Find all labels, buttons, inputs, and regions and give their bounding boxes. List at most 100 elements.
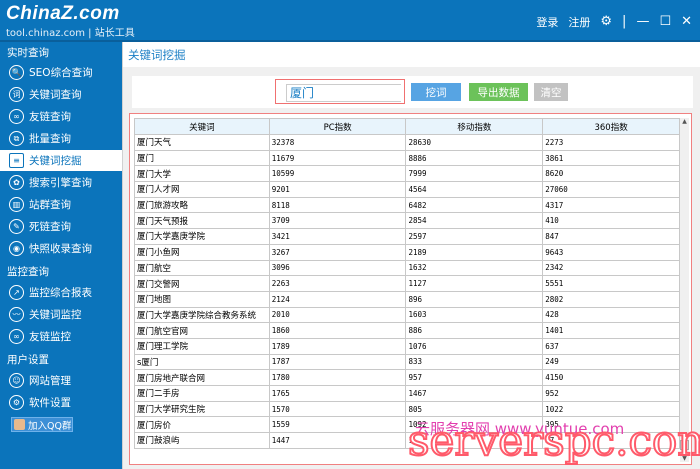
sidebar-item[interactable]: 〰关键词监控 <box>0 304 122 325</box>
index-cell: 5551 <box>542 275 680 292</box>
settings-icon[interactable]: ⚙ <box>600 15 612 28</box>
minimize-icon[interactable]: — <box>636 15 649 28</box>
sidebar-item[interactable]: ≡ 关键词挖掘 <box>0 150 122 171</box>
table-row[interactable]: 厦门 11679 8886 3861 <box>134 149 680 167</box>
sidebar-item[interactable]: ∞ 友链查询 <box>0 106 122 127</box>
sidebar-item-label: 批量查询 <box>29 133 71 145</box>
column-header[interactable]: 关键词 <box>134 118 270 135</box>
keyword-cell: 厦门天气预报 <box>134 212 270 230</box>
table-row[interactable]: 厦门房地产联合网 1780 957 4150 <box>134 369 680 386</box>
index-cell: 1127 <box>405 275 544 292</box>
sidebar-item[interactable]: ▥ 站群查询 <box>0 194 122 215</box>
sidebar-item[interactable]: ⧉ 批量查询 <box>0 128 122 149</box>
index-cell: 4317 <box>542 196 680 214</box>
scroll-down-icon[interactable]: ▼ <box>680 455 689 462</box>
index-cell: 2010 <box>268 306 407 324</box>
index-cell: 410 <box>542 212 680 230</box>
keyword-cell: 厦门航空 <box>134 259 270 277</box>
index-cell: 1570 <box>268 400 407 418</box>
section-monitor: 监控查询 <box>7 266 49 278</box>
table-row[interactable]: 厦门房价 1559 1092 395 <box>134 416 680 434</box>
scrollbar-thumb[interactable] <box>680 440 689 450</box>
table-row[interactable]: 厦门小鱼网 3267 2189 9643 <box>134 243 680 261</box>
monitor-icon: 〰 <box>9 307 24 322</box>
table-row[interactable]: 厦门二手房 1765 1467 952 <box>134 385 680 402</box>
table-row[interactable]: 厦门大学嘉庚学院 3421 2597 847 <box>134 228 680 245</box>
index-cell: 1603 <box>405 306 544 324</box>
sidebar-item[interactable]: ∞ 友链监控 <box>0 326 122 347</box>
index-cell: 2597 <box>405 228 544 245</box>
column-header[interactable]: 移动指数 <box>405 118 544 135</box>
link-monitor-icon: ∞ <box>9 329 24 344</box>
index-cell: 3709 <box>268 212 407 230</box>
keyword-input[interactable] <box>286 83 401 102</box>
qq-avatar-icon <box>14 419 25 430</box>
keyword-cell: 厦门交警网 <box>134 275 270 292</box>
export-button[interactable]: 导出数据 <box>469 83 528 101</box>
sidebar-item-label: 快照收录查询 <box>29 243 92 255</box>
table-row[interactable]: 厦门天气预报 3709 2854 410 <box>134 212 680 230</box>
sidebar-item-label: 友链查询 <box>29 111 71 123</box>
table-row[interactable]: 厦门大学嘉庚学院综合教务系统 2010 1603 428 <box>134 306 680 324</box>
column-header[interactable]: 360指数 <box>542 118 680 135</box>
gear-icon: ⚙ <box>9 395 24 410</box>
qq-button-label: 加入QQ群 <box>28 420 72 432</box>
index-cell: 952 <box>542 385 680 402</box>
close-icon[interactable]: ✕ <box>681 15 692 28</box>
register-link[interactable]: 注册 <box>568 14 590 30</box>
table-row[interactable]: 厦门航空官网 1860 886 1401 <box>134 322 680 339</box>
sidebar-item-label: 关键词查询 <box>29 89 82 101</box>
keyword-cell: 厦门地图 <box>134 290 270 308</box>
camera-icon: ◉ <box>9 241 24 256</box>
table-row[interactable]: 厦门人才网 9201 4564 27060 <box>134 181 680 198</box>
index-cell: 3267 <box>268 243 407 261</box>
index-cell: 395 <box>542 416 680 434</box>
sidebar-item[interactable]: ☺ 网站管理 <box>0 370 122 391</box>
column-header[interactable]: PC指数 <box>268 118 407 135</box>
index-cell: 27060 <box>542 181 680 198</box>
keyword-cell: 厦门房价 <box>134 416 270 434</box>
sidebar-item-label: 监控综合报表 <box>29 287 92 299</box>
table-row[interactable]: 厦门大学研究生院 1570 805 1022 <box>134 400 680 418</box>
logo-sub: tool.chinaz.com | 站长工具 <box>6 28 135 39</box>
sidebar-item-label: 站群查询 <box>29 199 71 211</box>
index-cell: 32378 <box>268 134 407 151</box>
sidebar-item-label: 搜索引擎查询 <box>29 177 92 189</box>
sidebar-item-label: 友链监控 <box>29 331 71 343</box>
table-row[interactable]: 厦门天气 32378 28630 2273 <box>134 134 680 151</box>
keyword-icon: 词 <box>9 87 24 102</box>
sidebar-item[interactable]: ⚙ 软件设置 <box>0 392 122 413</box>
table-row[interactable]: 厦门航空 3096 1632 2342 <box>134 259 680 277</box>
keyword-cell: 厦门 <box>134 149 270 167</box>
table-row[interactable]: 厦门交警网 2263 1127 5551 <box>134 275 680 292</box>
scroll-up-icon[interactable]: ▲ <box>680 118 689 125</box>
table-row[interactable]: 厦门旅游攻略 8118 6482 4317 <box>134 196 680 214</box>
sidebar-item[interactable]: ✎ 死链查询 <box>0 216 122 237</box>
mine-button[interactable]: 挖词 <box>411 83 461 101</box>
index-cell: 9201 <box>268 181 407 198</box>
vertical-scrollbar[interactable]: ▲ ▼ <box>680 118 689 462</box>
index-cell: 847 <box>542 228 680 245</box>
results-panel: 关键词 PC指数 移动指数 360指数 厦门天气 32378 28630 2273 厦门 116… <box>129 113 692 465</box>
login-link[interactable]: 登录 <box>536 14 558 30</box>
keyword-input-wrapper <box>275 79 405 104</box>
table-row[interactable]: 厦门鼓浪屿 1447 1 57 <box>134 432 680 449</box>
keyword-cell: 厦门理工学院 <box>134 337 270 355</box>
join-qq-group-button[interactable]: 加入QQ群 <box>11 417 73 432</box>
keyword-cell: 厦门小鱼网 <box>134 243 270 261</box>
table-row[interactable]: 厦门大学 10599 7999 8620 <box>134 165 680 183</box>
sidebar-item[interactable]: 词关键词查询 <box>0 84 122 105</box>
sidebar-item[interactable]: 🔍 SEO综合查询 <box>0 62 122 83</box>
table-row[interactable]: 厦门地图 2124 896 2802 <box>134 290 680 308</box>
maximize-icon[interactable]: ☐ <box>659 15 671 28</box>
table-row[interactable]: 厦门理工学院 1789 1076 637 <box>134 337 680 355</box>
table-row[interactable]: s厦门 1787 833 249 <box>134 353 680 371</box>
index-cell: 1022 <box>542 400 680 418</box>
sidebar-item[interactable]: ✿ 搜索引擎查询 <box>0 172 122 193</box>
section-realtime: 实时查询 <box>7 47 49 59</box>
clear-button[interactable]: 清空 <box>534 83 568 101</box>
sidebar-item[interactable]: ↗ 监控综合报表 <box>0 282 122 303</box>
index-cell: 1447 <box>268 432 407 449</box>
sidebar-item[interactable]: ◉ 快照收录查询 <box>0 238 122 259</box>
index-cell: 4150 <box>542 369 680 386</box>
